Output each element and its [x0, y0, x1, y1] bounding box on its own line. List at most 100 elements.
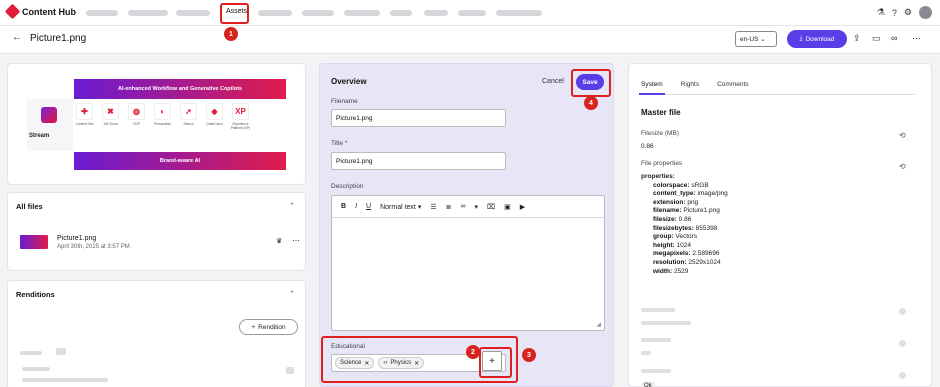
help-icon[interactable]: ?: [892, 8, 897, 18]
file-date: April 30th, 2025 at 3:57 PM: [57, 244, 130, 250]
add-tag-button[interactable]: +: [482, 351, 502, 371]
blurred-icon: [899, 340, 906, 347]
nav-item-blurred[interactable]: [424, 10, 448, 16]
remove-tag-icon[interactable]: ✕: [364, 360, 369, 367]
property-key: width:: [653, 267, 673, 275]
nav-item-blurred[interactable]: [458, 10, 486, 16]
share-icon[interactable]: ⇪: [853, 33, 861, 44]
history-icon[interactable]: ⟲: [899, 162, 906, 171]
underline-icon[interactable]: U: [366, 203, 371, 210]
more-icon[interactable]: ⋯: [912, 33, 921, 44]
blurred-text: [22, 378, 108, 382]
nav-item-blurred[interactable]: [302, 10, 334, 16]
description-label: Description: [331, 183, 364, 190]
comment-icon[interactable]: ▭: [872, 33, 881, 44]
download-icon: ⤓: [799, 35, 803, 42]
product-tile: ◐ Personalize: [152, 103, 173, 131]
blurred-text: [20, 351, 42, 355]
property-value: 0.86: [678, 215, 692, 223]
product-icon: ✖: [102, 103, 119, 120]
page-title: Picture1.png: [30, 33, 87, 44]
stream-label: Stream: [29, 133, 50, 139]
video-icon[interactable]: ▶: [520, 203, 525, 211]
chevron-up-icon[interactable]: ⌃: [289, 290, 295, 298]
history-icon[interactable]: ⟲: [899, 131, 906, 140]
list-item[interactable]: Picture1.png April 30th, 2025 at 3:57 PM…: [20, 233, 300, 253]
nav-item-blurred[interactable]: [258, 10, 292, 16]
banner-bottom: Brand-aware AI: [74, 152, 286, 170]
product-icon: ◐: [154, 103, 171, 120]
bulleted-list-icon[interactable]: ☰: [430, 203, 436, 211]
property-key: filename:: [653, 207, 682, 215]
property-key: content_type:: [653, 190, 696, 198]
details-tabs: System Rights Comments: [639, 81, 915, 95]
property-value: Picture1.png: [683, 207, 720, 215]
property-value: 855398: [695, 224, 718, 232]
nav-item-assets[interactable]: Assets: [223, 6, 250, 17]
chevron-up-icon[interactable]: ⌃: [289, 202, 295, 210]
properties-head: properties:: [641, 173, 675, 180]
content-hub-logo-icon: [4, 3, 21, 20]
numbered-list-icon[interactable]: ≣: [446, 203, 452, 211]
nav-item-blurred[interactable]: [496, 10, 542, 16]
nav-item-blurred[interactable]: [128, 10, 168, 16]
tag-label: Science: [340, 360, 362, 366]
download-button[interactable]: ⤓ Download: [787, 30, 847, 48]
tag-physics[interactable]: ‹› Physics ✕: [378, 357, 425, 369]
tab-rights[interactable]: Rights: [679, 81, 701, 94]
nav-item-blurred[interactable]: [176, 10, 210, 16]
property-value: sRGB: [691, 181, 709, 189]
nav-item-blurred[interactable]: [86, 10, 118, 16]
flask-icon[interactable]: ⚗: [877, 7, 885, 18]
asset-preview: AI-enhanced Workflow and Generative Copi…: [7, 63, 306, 185]
more-icon[interactable]: ⋯: [292, 236, 300, 245]
cancel-button[interactable]: Cancel: [542, 78, 564, 85]
text-style-select[interactable]: Normal text ▾: [380, 203, 421, 211]
property-row: group: Vectors: [641, 233, 728, 242]
file-thumbnail: [20, 235, 48, 249]
avatar[interactable]: [919, 6, 932, 19]
italic-icon[interactable]: I: [355, 203, 357, 210]
image-icon[interactable]: ▣: [504, 203, 511, 211]
save-button[interactable]: Save: [576, 74, 604, 90]
top-icons: ⚗ ? ⚙: [877, 6, 932, 19]
tab-comments[interactable]: Comments: [715, 81, 750, 94]
property-value: 2529: [673, 267, 689, 275]
remove-tag-icon[interactable]: ✕: [414, 360, 419, 367]
link-icon[interactable]: ∞: [891, 33, 897, 43]
tab-system[interactable]: System: [639, 81, 665, 95]
nav-item-blurred[interactable]: [390, 10, 412, 16]
rendition-label: Rendition: [258, 323, 286, 331]
stream-logo-icon: [41, 107, 57, 123]
blurred-text: [641, 308, 675, 312]
bold-icon[interactable]: B: [341, 203, 346, 210]
callout-number: 2: [466, 345, 480, 359]
back-arrow-icon[interactable]: ←: [12, 32, 22, 43]
link-icon[interactable]: ∞: [461, 203, 466, 210]
property-row: resolution: 2529x1024: [641, 259, 728, 268]
locale-select[interactable]: en-US ⌄: [735, 31, 777, 47]
filesize-value: 0.86: [641, 143, 654, 150]
banner-top: AI-enhanced Workflow and Generative Copi…: [74, 79, 286, 99]
property-key: height:: [653, 241, 675, 249]
property-value: 1024: [676, 241, 691, 249]
filesize-label: Filesize (MB): [641, 130, 679, 137]
file-name: Picture1.png: [57, 235, 97, 242]
filename-field[interactable]: Picture1.png: [331, 109, 506, 127]
title-field[interactable]: Picture1.png: [331, 152, 506, 170]
property-value: 2.589696: [692, 250, 720, 258]
dropdown-icon[interactable]: ▾: [475, 203, 479, 211]
gear-icon[interactable]: ⚙: [904, 7, 912, 18]
product-icon: ◍: [128, 103, 145, 120]
tag-science[interactable]: Science ✕: [335, 357, 375, 369]
callout-number: 1: [224, 27, 238, 41]
educational-tags-field[interactable]: Science ✕ ‹› Physics ✕: [331, 354, 506, 372]
nav-item-blurred[interactable]: [344, 10, 380, 16]
add-rendition-button[interactable]: + Rendition: [239, 319, 298, 335]
description-editor[interactable]: B I U Normal text ▾ ☰ ≣ ∞ ▾ ⌧ ▣ ▶ ◢: [331, 195, 605, 331]
resize-handle-icon[interactable]: ◢: [596, 321, 601, 328]
product-tile: ✚ Content Hub: [74, 103, 95, 131]
app-logo[interactable]: Content Hub: [4, 3, 76, 20]
clear-format-icon[interactable]: ⌧: [487, 203, 495, 211]
product-tiles: ✚ Content Hub ✖ XM Cloud ◍ CDP ◐ Personalize ➚ Se…: [74, 103, 251, 131]
